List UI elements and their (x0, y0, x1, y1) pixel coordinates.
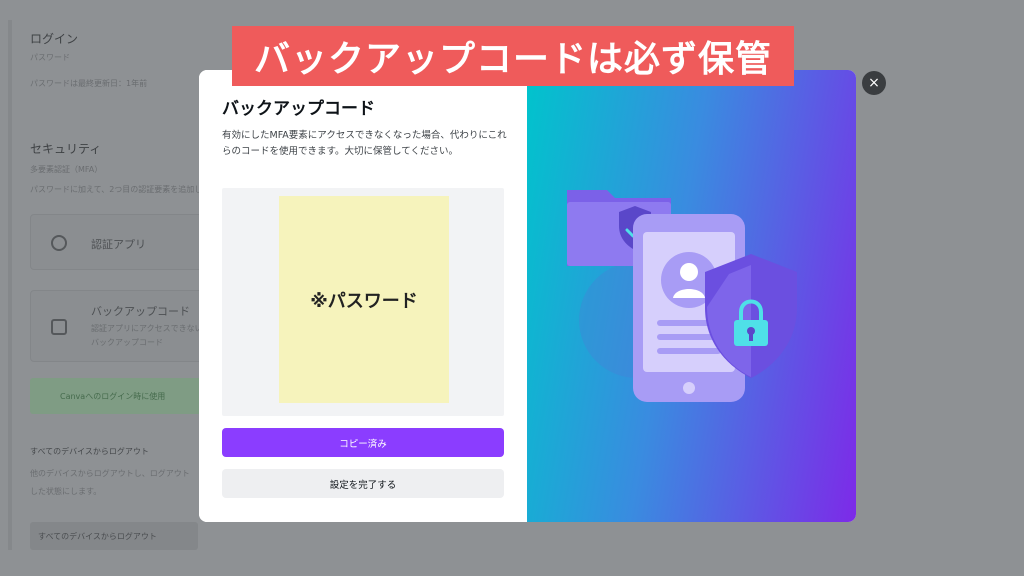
modal-title: バックアップコード (222, 99, 375, 119)
bg-logout-desc-1: 他のデバイスからログアウトし、ログアウト (30, 469, 190, 478)
finish-setup-button[interactable]: 設定を完了する (222, 469, 504, 498)
bg-backup-code-label: バックアップコード (91, 305, 190, 318)
bg-logout-button: すべてのデバイスからログアウト (30, 522, 198, 550)
bg-password-label: パスワード (30, 53, 70, 62)
headline-banner: バックアップコードは必ず保管 (232, 26, 794, 86)
bg-security-heading: セキュリティ (30, 142, 102, 156)
close-icon: × (868, 75, 880, 91)
modal-content-panel: バックアップコード 有効にしたMFA要素にアクセスできなくなった場合、代わりにこ… (199, 70, 527, 522)
bg-logout-heading: すべてのデバイスからログアウト (30, 447, 149, 456)
bg-auth-app-label: 認証アプリ (91, 238, 146, 251)
close-button[interactable]: × (862, 71, 886, 95)
backup-code-modal: バックアップコード 有効にしたMFA要素にアクセスできなくなった場合、代わりにこ… (199, 70, 856, 522)
copy-button[interactable]: コピー済み (222, 428, 504, 457)
bg-mfa-hint: パスワードに加えて、2つ目の認証要素を追加します。 (30, 185, 226, 194)
bg-backup-code-hint-2: バックアップコード (91, 338, 163, 347)
bg-mfa-label: 多要素認証（MFA） (30, 165, 103, 174)
security-phone-illustration (567, 190, 797, 402)
password-placeholder-text: ※パスワード (310, 290, 418, 312)
modal-illustration-panel (527, 70, 856, 522)
bg-banner-text: Canvaへのログイン時に使用 (60, 392, 166, 401)
background-divider (8, 20, 12, 550)
headline-text: バックアップコードは必ず保管 (253, 39, 772, 80)
bg-login-heading: ログイン (30, 32, 79, 46)
backup-code-box: ※パスワード (222, 188, 504, 416)
bg-logout-desc-2: した状態にします。 (30, 487, 102, 496)
password-sticky-note: ※パスワード (279, 196, 449, 403)
bg-password-hint: パスワードは最終更新日：1年前 (30, 79, 148, 88)
bg-clock-icon (51, 235, 67, 251)
bg-copy-icon (51, 319, 67, 335)
modal-description: 有効にしたMFA要素にアクセスできなくなった場合、代わりにこれらのコードを使用で… (222, 130, 507, 157)
